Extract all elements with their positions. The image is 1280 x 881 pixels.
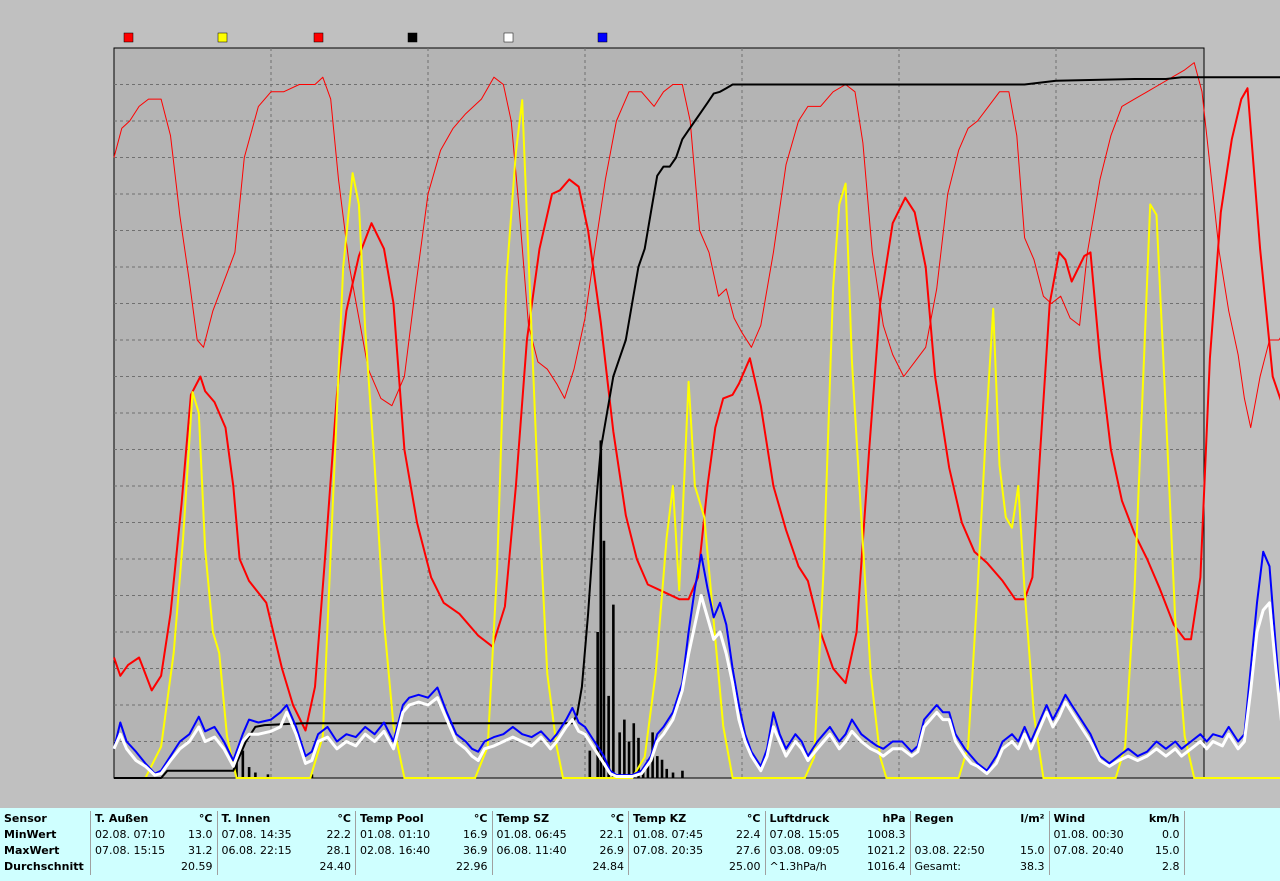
summary-group-title: T. Außen (95, 812, 149, 825)
summary-time: Gesamt: (914, 860, 962, 873)
summary-value: 22.1 (588, 827, 629, 843)
summary-row-label: MinWert (0, 827, 91, 843)
summary-group-title: Wind (1053, 812, 1086, 825)
rain-bar (602, 540, 606, 778)
summary-row: MinWert 02.08. 07:10 13.0 07.08. 14:35 22.2 0… (0, 827, 1185, 843)
summary-time: 01.08. 07:45 (633, 828, 704, 841)
summary-value: 0.0 (1135, 827, 1185, 843)
summary-time (1049, 859, 1136, 875)
summary-value: 20.59 (177, 859, 218, 875)
rain-bar (612, 604, 615, 778)
rain-bar (623, 719, 626, 778)
summary-time: 01.08. 00:30 (1053, 828, 1124, 841)
summary-time: 07.08. 20:40 (1053, 844, 1124, 857)
summary-time: 07.08. 14:35 (221, 828, 292, 841)
summary-panel: Sensor T. Außen °C T. Innen °C Temp Pool °C Tem… (0, 808, 1280, 881)
summary-time (910, 827, 1001, 843)
summary-group-unit: km/h (1135, 811, 1185, 827)
summary-row: MaxWert 07.08. 15:15 31.2 06.08. 22:15 28.1 0… (0, 843, 1185, 859)
summary-value: 1021.2 (861, 843, 911, 859)
rain-bar (627, 741, 631, 778)
summary-value (1000, 827, 1050, 843)
summary-row-label: Sensor (0, 811, 91, 827)
summary-value: 15.0 (1000, 843, 1050, 859)
summary-group-unit: °C (452, 811, 493, 827)
summary-group-title: Regen (914, 812, 954, 825)
summary-value: 22.2 (315, 827, 356, 843)
summary-time: 07.08. 15:05 (769, 828, 840, 841)
legend-swatch (123, 32, 134, 43)
summary-time: ^1.3hPa/h (769, 860, 827, 873)
summary-value: 16.9 (452, 827, 493, 843)
summary-value: 1008.3 (861, 827, 911, 843)
summary-group-title: Luftdruck (769, 812, 830, 825)
summary-group-title: T. Innen (221, 812, 271, 825)
summary-time: 03.08. 09:05 (769, 844, 840, 857)
summary-time (356, 859, 453, 875)
summary-group-title: Temp Pool (360, 812, 424, 825)
summary-value: 27.6 (725, 843, 766, 859)
rain-bar (247, 767, 251, 778)
summary-group-title: Temp KZ (633, 812, 687, 825)
summary-value: 22.4 (725, 827, 766, 843)
legend-swatch (217, 32, 228, 43)
summary-group-unit: l/m² (1000, 811, 1050, 827)
summary-group-unit: °C (588, 811, 629, 827)
summary-group-unit: °C (725, 811, 766, 827)
rain-bar (599, 440, 603, 778)
summary-time: 03.08. 22:50 (914, 844, 985, 857)
summary-value: 25.00 (725, 859, 766, 875)
summary-row: Sensor T. Außen °C T. Innen °C Temp Pool °C Tem… (0, 811, 1185, 827)
summary-value: 31.2 (177, 843, 218, 859)
summary-group-unit: °C (315, 811, 356, 827)
summary-row-label: Durchschnitt (0, 859, 91, 875)
legend-swatch (503, 32, 514, 43)
rain-bar (656, 756, 659, 778)
summary-value: 13.0 (177, 827, 218, 843)
summary-group-unit: °C (177, 811, 218, 827)
summary-time: 07.08. 20:35 (633, 844, 704, 857)
rain-bar (588, 750, 592, 778)
summary-row: Durchschnitt 20.59 24.40 22.96 24.84 25.00 ^1.… (0, 859, 1185, 875)
summary-time: 01.08. 01:10 (360, 828, 431, 841)
summary-value: 24.40 (315, 859, 356, 875)
summary-time (629, 859, 726, 875)
summary-time: 02.08. 07:10 (95, 828, 166, 841)
summary-time (492, 859, 589, 875)
weather-chart (112, 32, 1280, 779)
summary-value: 28.1 (315, 843, 356, 859)
rain-bar (618, 732, 621, 778)
rain-bar (665, 768, 669, 778)
rain-bar (632, 723, 636, 778)
legend-swatch (597, 32, 608, 43)
summary-value: 15.0 (1135, 843, 1185, 859)
summary-time: 01.08. 06:45 (496, 828, 567, 841)
summary-value: 24.84 (588, 859, 629, 875)
summary-table: Sensor T. Außen °C T. Innen °C Temp Pool °C Tem… (0, 811, 1185, 875)
summary-value: 2.8 (1135, 859, 1185, 875)
summary-value: 26.9 (588, 843, 629, 859)
rain-bar (241, 750, 245, 778)
summary-time: 06.08. 11:40 (496, 844, 567, 857)
legend-swatch (407, 32, 418, 43)
rain-bar (681, 770, 684, 778)
summary-group-title: Temp SZ (496, 812, 550, 825)
summary-value: 22.96 (452, 859, 493, 875)
summary-time: 07.08. 15:15 (95, 844, 166, 857)
summary-time (91, 859, 178, 875)
rain-bar (660, 759, 664, 778)
summary-value: 36.9 (452, 843, 493, 859)
summary-time: 02.08. 16:40 (360, 844, 431, 857)
summary-time: 06.08. 22:15 (221, 844, 292, 857)
rain-bar (671, 772, 675, 778)
summary-value: 1016.4 (861, 859, 911, 875)
summary-time (217, 859, 316, 875)
summary-value: 38.3 (1000, 859, 1050, 875)
summary-group-unit: hPa (861, 811, 911, 827)
summary-row-label: MaxWert (0, 843, 91, 859)
legend-swatch (313, 32, 324, 43)
